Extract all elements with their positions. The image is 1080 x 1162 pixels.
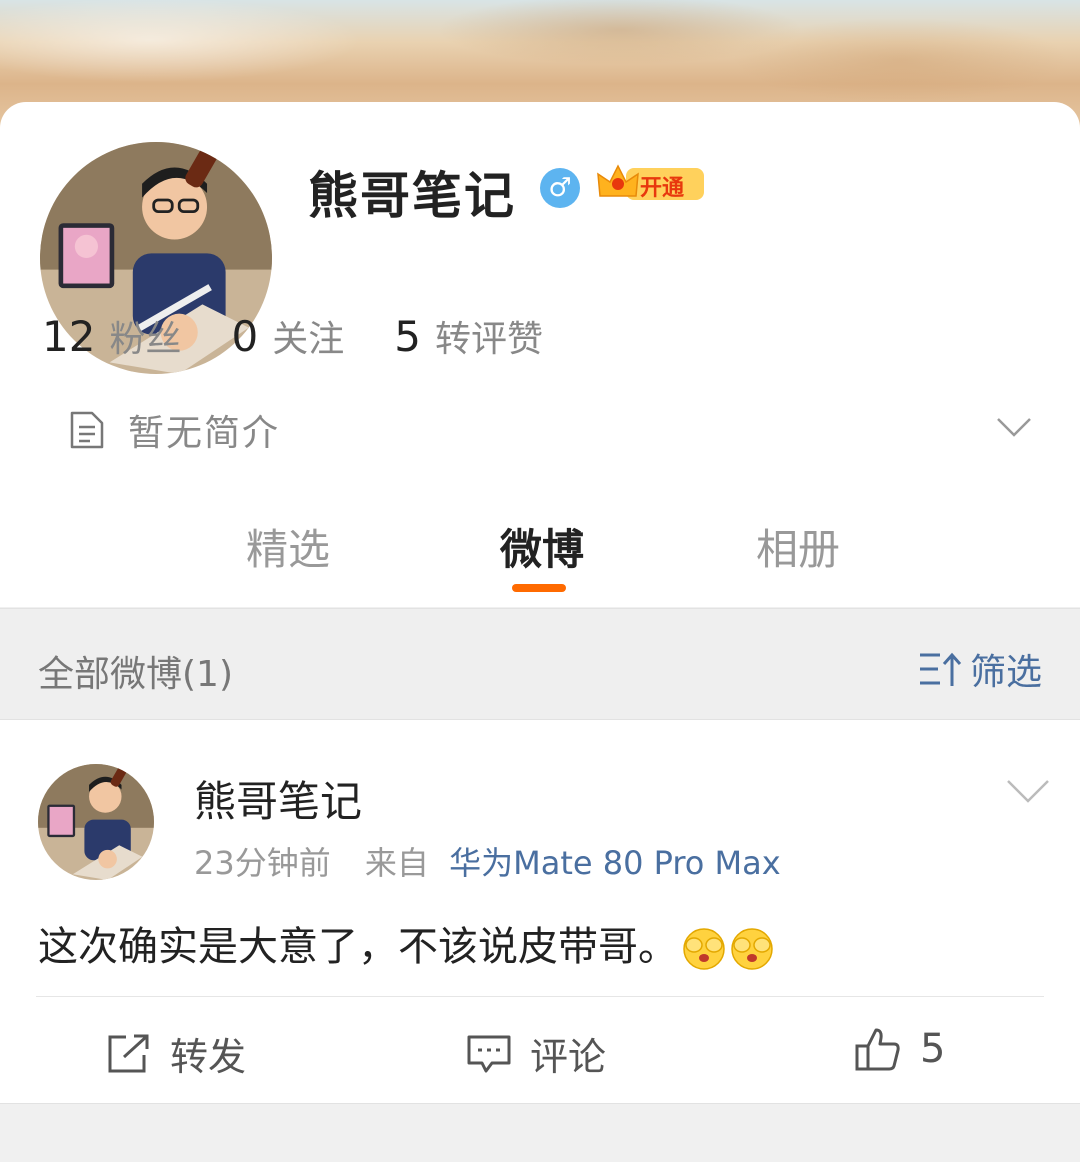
active-tab-indicator [512, 584, 566, 592]
filter-bar: 全部微博(1) 筛选 [0, 608, 1080, 720]
post-meta: 23分钟前 来自 华为Mate 80 Pro Max [194, 838, 781, 884]
repost-icon [108, 1034, 149, 1072]
post-avatar[interactable] [38, 764, 154, 880]
tab-album[interactable]: 相册 [756, 516, 840, 577]
repost-label: 转发 [170, 1035, 247, 1079]
chevron-down-icon[interactable] [996, 416, 1032, 438]
stat-following-count: 0 [231, 312, 259, 361]
cover-face-emoji-icon [683, 928, 725, 970]
thumbs-up-icon [855, 1028, 900, 1071]
profile-stats: 12 粉丝 0 关注 5 转评赞 [42, 310, 543, 362]
repost-button[interactable]: 转发 [106, 1026, 246, 1081]
stat-followers-label: 粉丝 [109, 319, 182, 360]
document-icon [70, 411, 104, 449]
comment-icon [467, 1035, 511, 1072]
all-posts-count: 全部微博(1) [38, 654, 233, 695]
post-divider [36, 996, 1044, 997]
post-source[interactable]: 华为Mate 80 Pro Max [449, 844, 781, 882]
bottom-spacer [0, 1103, 1080, 1162]
avatar-illustration [38, 764, 154, 880]
comment-label: 评论 [530, 1035, 607, 1079]
post-text-content: 这次确实是大意了，不该说皮带哥。 [38, 924, 678, 970]
post-menu-chevron-icon[interactable] [1006, 778, 1050, 804]
profile-name: 熊哥笔记 [308, 167, 516, 225]
bio-row[interactable]: 暂无简介 [68, 404, 280, 456]
tab-weibo[interactable]: 微博 [500, 516, 584, 577]
vip-label: 开通 [640, 176, 685, 201]
stat-followers[interactable]: 12 粉丝 [42, 310, 181, 362]
tab-featured[interactable]: 精选 [246, 516, 330, 577]
post-time: 23分钟前 [194, 844, 331, 882]
vip-open-button[interactable]: 开通 [596, 162, 706, 204]
like-count: 5 [920, 1026, 946, 1072]
cover-face-emoji-icon [731, 928, 773, 970]
filter-sort-icon [919, 652, 962, 686]
stat-following-label: 关注 [272, 319, 345, 360]
stat-following[interactable]: 0 关注 [231, 310, 344, 362]
like-button[interactable]: 5 [854, 1026, 945, 1072]
post-author-name[interactable]: 熊哥笔记 [194, 768, 362, 829]
filter-button[interactable]: 筛选 [918, 643, 1042, 695]
stat-followers-count: 12 [42, 312, 96, 361]
comment-button[interactable]: 评论 [466, 1026, 606, 1081]
post-text: 这次确实是大意了，不该说皮带哥。 [38, 914, 774, 972]
gender-male-icon: ♂ [540, 168, 580, 208]
bio-text: 暂无简介 [128, 413, 281, 454]
stat-engagement-label: 转评赞 [434, 319, 543, 360]
profile-card: 熊哥笔记 ♂ 开通 12 粉丝 0 关注 5 转评赞 暂无简介 精选 微博 相册 [0, 102, 1080, 607]
post-from-label: 来自 [364, 844, 429, 882]
filter-label: 筛选 [969, 652, 1042, 693]
stat-engagement[interactable]: 5 转评赞 [394, 310, 543, 362]
stat-engagement-count: 5 [394, 312, 421, 361]
post-card[interactable]: 熊哥笔记 23分钟前 来自 华为Mate 80 Pro Max 这次确实是大意了… [0, 720, 1080, 1103]
